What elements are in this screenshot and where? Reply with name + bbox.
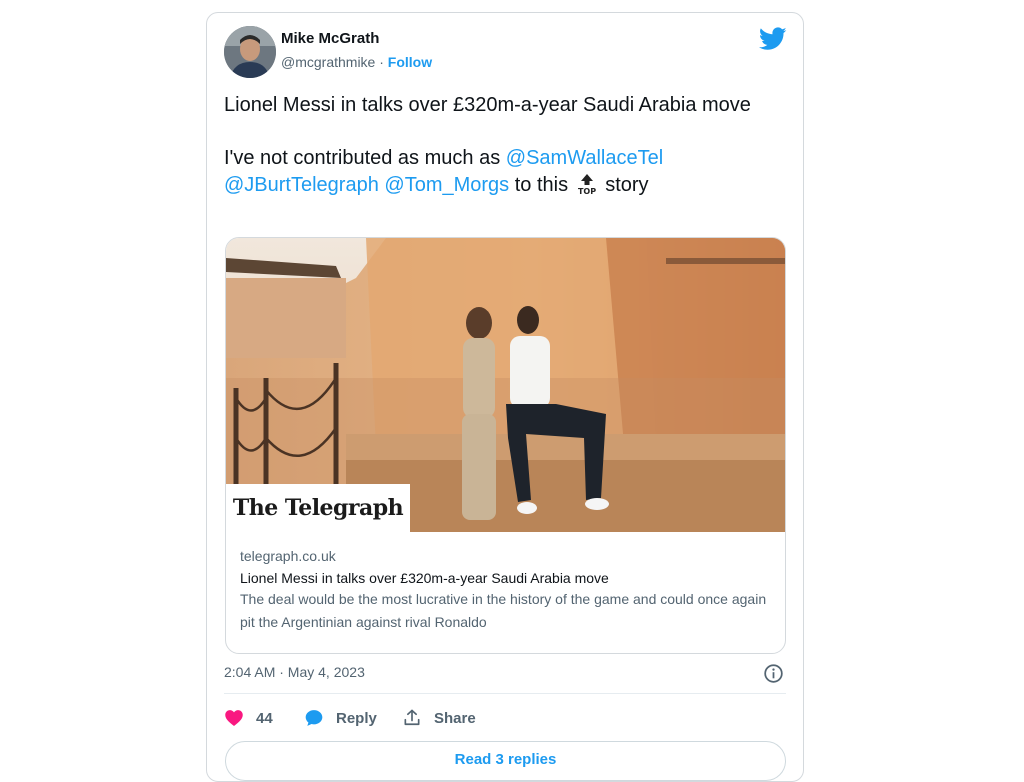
divider: [224, 693, 786, 694]
tweet-body-suffix: story: [605, 174, 649, 196]
link-preview-card[interactable]: The Telegraph telegraph.co.uk Lionel Mes…: [225, 237, 786, 654]
mention-jburttelegraph[interactable]: @JBurtTelegraph: [224, 174, 379, 196]
info-icon[interactable]: [763, 663, 784, 684]
reply-label: Reply: [336, 709, 377, 727]
top-arrow-icon: TOP: [578, 174, 596, 195]
tweet-timestamp[interactable]: 2:04 AM · May 4, 2023: [224, 664, 365, 680]
reply-button[interactable]: Reply: [304, 708, 377, 728]
separator-dot: ·: [379, 54, 384, 70]
share-upload-icon: [404, 709, 420, 726]
read-replies-button[interactable]: Read 3 replies: [225, 741, 786, 781]
like-count: 44: [256, 709, 273, 727]
mention-samwallacetel[interactable]: @SamWallaceTel: [506, 147, 663, 169]
svg-text:TOP: TOP: [578, 187, 596, 195]
author-handle[interactable]: @mcgrathmike: [281, 54, 375, 70]
tweet-headline: Lionel Messi in talks over £320m-a-year …: [224, 94, 751, 116]
masthead-text: The Telegraph: [232, 495, 404, 521]
share-label: Share: [434, 709, 476, 727]
author-avatar[interactable]: [224, 26, 276, 78]
author-name[interactable]: Mike McGrath: [281, 30, 379, 47]
link-domain: telegraph.co.uk: [240, 548, 336, 564]
follow-button[interactable]: Follow: [388, 54, 432, 70]
tweet-body-mid: to this: [514, 174, 569, 196]
mention-tom-morgs[interactable]: @Tom_Morgs: [384, 174, 509, 196]
telegraph-logo: The Telegraph: [226, 484, 410, 532]
link-meta: telegraph.co.uk Lionel Messi in talks ov…: [240, 548, 775, 634]
share-button[interactable]: Share: [402, 708, 476, 728]
tweet-body-prefix: I've not contributed as much as: [224, 147, 501, 169]
link-title: Lionel Messi in talks over £320m-a-year …: [240, 570, 609, 586]
author-handle-line: @mcgrathmike · Follow: [281, 54, 432, 70]
tweet-text: Lionel Messi in talks over £320m-a-year …: [224, 92, 764, 199]
tweet-body: I've not contributed as much as @SamWall…: [224, 145, 764, 199]
like-button[interactable]: 44: [224, 708, 273, 728]
link-description: The deal would be the most lucrative in …: [240, 591, 767, 630]
speech-bubble-icon: [305, 710, 323, 726]
twitter-bird-icon[interactable]: [759, 27, 787, 51]
heart-icon: [225, 710, 243, 726]
